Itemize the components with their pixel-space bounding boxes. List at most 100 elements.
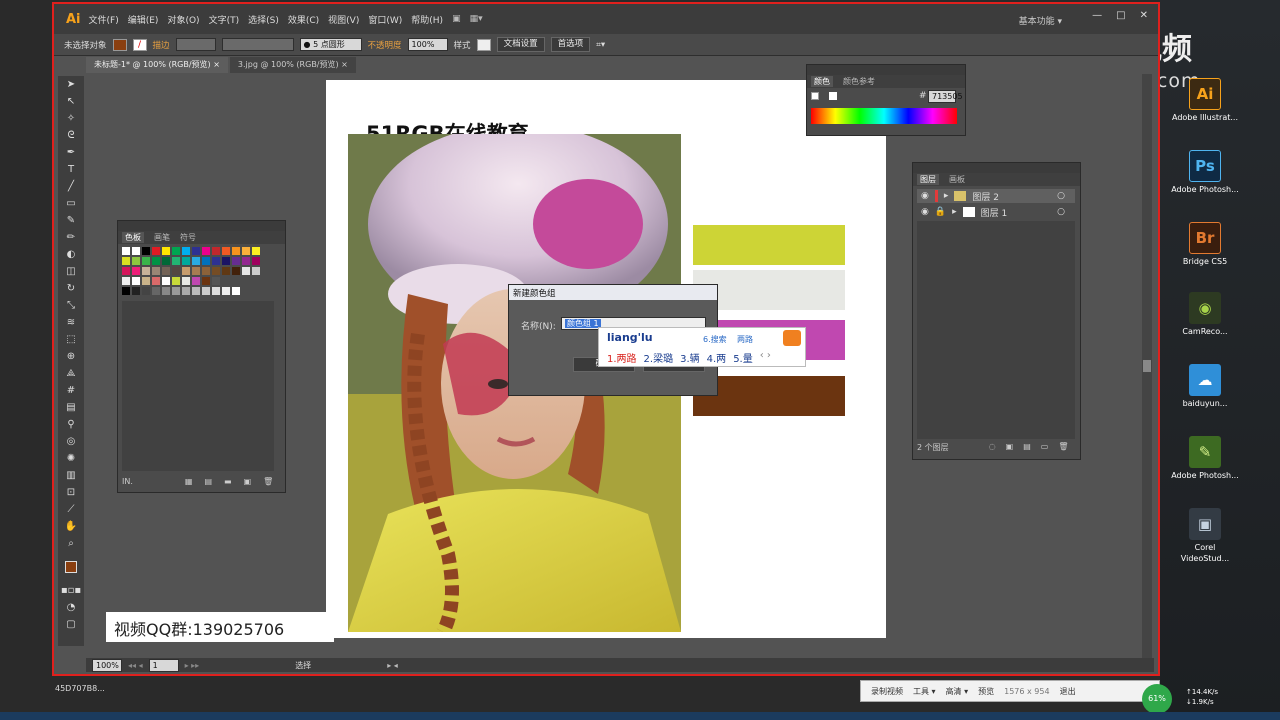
menu-effect[interactable]: 效果(C) [288, 13, 319, 26]
visibility-eye-icon[interactable]: ◉ [921, 207, 929, 217]
rotate-tool-icon[interactable]: ↻ [58, 280, 84, 297]
vertical-scroll-thumb[interactable] [1143, 360, 1151, 372]
scale-tool-icon[interactable]: ⤡ [58, 297, 84, 314]
column-graph-tool-icon[interactable]: ▥ [58, 467, 84, 484]
tab-color[interactable]: 颜色 [811, 76, 833, 87]
expand-arrow-icon[interactable]: ▸ [952, 207, 957, 217]
document-setup-button[interactable]: 文档设置 [496, 37, 545, 52]
mesh-tool-icon[interactable]: # [58, 382, 84, 399]
lasso-tool-icon[interactable]: ᘓ [58, 127, 84, 144]
menu-file[interactable]: 文件(F) [89, 13, 119, 26]
locate-object-icon[interactable]: ◌ [989, 442, 996, 453]
menu-object[interactable]: 对象(O) [167, 13, 199, 26]
menu-view[interactable]: 视图(V) [328, 13, 359, 26]
none-color-icon[interactable] [811, 92, 819, 100]
quality-menu[interactable]: 高清 ▾ [946, 686, 969, 697]
opacity-field[interactable]: 100% [407, 38, 448, 51]
clipping-mask-icon[interactable]: ▣ [1006, 442, 1014, 453]
swatch-grid[interactable] [122, 247, 272, 299]
selection-tool-icon[interactable]: ➤ [58, 76, 84, 93]
layers-panel-header[interactable] [913, 163, 1080, 173]
swatches-panel-header[interactable] [118, 221, 285, 231]
new-color-group-icon[interactable]: ▬ [224, 477, 232, 486]
ime-candidate-4[interactable]: 4.两 [707, 350, 727, 365]
free-transform-tool-icon[interactable]: ⬚ [58, 331, 84, 348]
menu-type[interactable]: 文字(T) [209, 13, 240, 26]
layer-name[interactable]: 图层 1 [981, 206, 1008, 219]
tab-color-guide[interactable]: 颜色参考 [843, 76, 875, 87]
desktop-icon-corel[interactable]: ▣ Corel VideoStud... [1170, 508, 1240, 564]
desktop-icon-baiduyun[interactable]: ☁ baiduyun... [1170, 364, 1240, 409]
menu-select[interactable]: 选择(S) [248, 13, 279, 26]
exit-button[interactable]: 退出 [1060, 686, 1076, 697]
preview-button[interactable]: 预览 [978, 686, 994, 697]
delete-swatch-icon[interactable]: 🗑 [263, 477, 273, 486]
tab-artboards[interactable]: 画板 [949, 174, 965, 185]
artboard-tool-icon[interactable]: ⊡ [58, 484, 84, 501]
eyedropper-tool-icon[interactable]: ⚲ [58, 416, 84, 433]
record-video-button[interactable]: 录制视频 [871, 686, 903, 697]
zoom-field[interactable]: 100% [92, 658, 122, 672]
draw-mode-icon[interactable]: ◔ [58, 599, 84, 616]
swatch-library-menu[interactable]: IN. [122, 477, 133, 486]
color-spectrum[interactable] [811, 108, 957, 124]
tools-menu[interactable]: 工具 ▾ [913, 686, 936, 697]
prev-artboard-icon[interactable]: ◂◂ ◂ [128, 661, 143, 670]
show-kinds-icon[interactable]: ▦ [185, 477, 193, 486]
visibility-eye-icon[interactable]: ◉ [921, 191, 929, 201]
target-icon[interactable]: ○ [1057, 191, 1065, 201]
status-arrow-icon[interactable]: ▸ ◂ [387, 661, 398, 670]
menu-window[interactable]: 窗口(W) [368, 13, 402, 26]
tab-layers[interactable]: 图层 [917, 174, 939, 185]
fill-stroke-icon[interactable] [58, 552, 84, 582]
blend-tool-icon[interactable]: ◎ [58, 433, 84, 450]
desktop-icon-camrecorder[interactable]: ◉ CamReco... [1170, 292, 1240, 337]
ime-candidate-2[interactable]: 2.梁璐 [644, 350, 674, 365]
artboard-number-field[interactable]: 1 [148, 658, 179, 672]
pencil-tool-icon[interactable]: ✏ [58, 229, 84, 246]
swatch-block-lime[interactable] [693, 225, 845, 265]
desktop-icon-photoshop[interactable]: Ps Adobe Photosh... [1170, 150, 1240, 195]
tab-swatches[interactable]: 色板 [122, 232, 144, 243]
ime-candidate-1[interactable]: 1.两路 [607, 350, 637, 365]
ime-candidate-3[interactable]: 3.辆 [680, 350, 700, 365]
blob-brush-tool-icon[interactable]: ◐ [58, 246, 84, 263]
tab-untitled[interactable]: 未标题-1* @ 100% (RGB/预览) × [86, 57, 228, 73]
pen-tool-icon[interactable]: ✒ [58, 144, 84, 161]
magic-wand-tool-icon[interactable]: ✧ [58, 110, 84, 127]
brush-select[interactable]: ● 5 点圆形 [299, 38, 362, 51]
stroke-weight-field[interactable] [175, 38, 216, 51]
stroke-label[interactable]: 描边 [153, 39, 170, 51]
tab-symbols[interactable]: 符号 [180, 232, 196, 243]
symbol-sprayer-tool-icon[interactable]: ✺ [58, 450, 84, 467]
vertical-scrollbar[interactable] [1142, 74, 1152, 658]
swatch-options-icon[interactable]: ▤ [204, 477, 212, 486]
color-panel-header[interactable] [807, 65, 965, 75]
minimize-icon[interactable]: — [1092, 10, 1102, 21]
workspace-select[interactable]: 基本功能 ▾ [1019, 14, 1062, 27]
tab-3jpg[interactable]: 3.jpg @ 100% (RGB/预览) × [229, 57, 356, 73]
line-tool-icon[interactable]: ╱ [58, 178, 84, 195]
menu-help[interactable]: 帮助(H) [411, 13, 443, 26]
shape-builder-tool-icon[interactable]: ⊕ [58, 348, 84, 365]
maximize-icon[interactable]: □ [1116, 10, 1125, 21]
desktop-icon-illustrator[interactable]: Ai Adobe Illustrat... [1170, 78, 1240, 123]
ime-search-link[interactable]: 6.搜索 [703, 334, 727, 345]
zoom-tool-icon[interactable]: ⌕ [58, 535, 84, 552]
screen-mode-icon[interactable]: ▢ [58, 616, 84, 633]
layer-row-1[interactable]: ◉ 🔒 ▸ 图层 1 ○ [917, 205, 1075, 219]
next-artboard-icon[interactable]: ▸ ▸▸ [185, 661, 200, 670]
style-swatch[interactable] [476, 38, 491, 51]
rectangle-tool-icon[interactable]: ▭ [58, 195, 84, 212]
target-icon[interactable]: ○ [1057, 207, 1065, 217]
paintbrush-tool-icon[interactable]: ✎ [58, 212, 84, 229]
fill-swatch[interactable] [112, 38, 127, 51]
ime-extra-link[interactable]: 两路 [737, 334, 753, 345]
desktop-icon-bridge[interactable]: Br Bridge CS5 [1170, 222, 1240, 267]
dialog-title[interactable]: 新建颜色组 [509, 285, 717, 300]
type-tool-icon[interactable]: T [58, 161, 84, 178]
slice-tool-icon[interactable]: ⟋ [58, 501, 84, 518]
new-swatch-icon[interactable]: ▣ [244, 477, 252, 486]
warp-tool-icon[interactable]: ≋ [58, 314, 84, 331]
opacity-label[interactable]: 不透明度 [368, 39, 402, 51]
